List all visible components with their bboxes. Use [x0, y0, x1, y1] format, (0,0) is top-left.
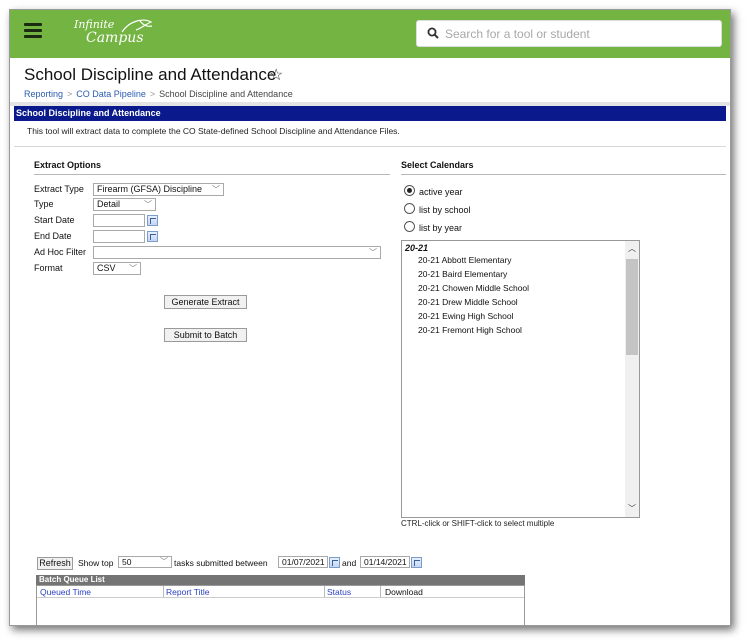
batch-to-date-value: 01/14/2021 [364, 557, 407, 567]
panel-description: This tool will extract data to complete … [14, 121, 726, 147]
breadcrumb-separator-icon: > [149, 89, 156, 99]
extract-options-divider [34, 174, 390, 175]
extract-type-label: Extract Type [34, 184, 84, 194]
infinite-campus-logo[interactable]: Infinite Campus [70, 18, 162, 52]
format-value: CSV [97, 263, 116, 273]
column-header-status[interactable]: Status [327, 587, 351, 597]
ad-hoc-filter-label: Ad Hoc Filter [34, 247, 87, 257]
list-item[interactable]: 20-21 Ewing High School [418, 311, 513, 321]
batch-from-date-input[interactable]: 01/07/2021 [278, 556, 328, 568]
chevron-down-icon: ﹀ [144, 200, 152, 209]
list-item[interactable]: 20-21 Abbott Elementary [418, 255, 512, 265]
list-item[interactable]: 20-21 Chowen Middle School [418, 283, 529, 293]
column-header-report-title[interactable]: Report Title [166, 587, 209, 597]
generate-extract-button[interactable]: Generate Extract [164, 295, 247, 309]
batch-from-date-value: 01/07/2021 [282, 557, 325, 567]
column-header-download: Download [385, 587, 423, 597]
format-select[interactable]: CSV ﹀ [93, 262, 141, 275]
batch-to-date-input[interactable]: 01/14/2021 [360, 556, 410, 568]
end-date-label: End Date [34, 231, 72, 241]
header-row-divider [37, 597, 524, 598]
chevron-down-icon: ﹀ [160, 557, 168, 566]
list-item[interactable]: 20-21 Baird Elementary [418, 269, 507, 279]
column-header-queued-time[interactable]: Queued Time [40, 587, 91, 597]
star-outline-icon[interactable]: ☆ [269, 65, 283, 85]
breadcrumb-co-data-pipeline[interactable]: CO Data Pipeline [76, 89, 146, 99]
extract-options-heading: Extract Options [34, 160, 102, 170]
type-value: Detail [97, 199, 121, 209]
chevron-down-icon: ﹀ [212, 185, 220, 194]
breadcrumb-separator-icon: > [67, 89, 73, 99]
page-header: School Discipline and Attendance ☆ Repor… [10, 58, 730, 106]
batch-queue-table: Queued Time Report Title Status Download [36, 585, 525, 625]
breadcrumb-current: School Discipline and Attendance [159, 89, 293, 99]
hamburger-icon[interactable] [24, 23, 42, 39]
start-date-input[interactable] [93, 214, 145, 227]
listbox-scrollbar[interactable]: ︿ ﹀ [625, 241, 639, 517]
radio-label-active-year: active year [419, 187, 463, 197]
chevron-down-icon: ﹀ [129, 264, 137, 273]
radio-active-year[interactable] [404, 185, 415, 196]
end-date-input[interactable] [93, 230, 145, 243]
scroll-down-icon[interactable]: ﹀ [628, 503, 636, 514]
show-top-label: Show top [78, 558, 114, 568]
and-label: and [342, 558, 357, 568]
extract-type-value: Firearm (GFSA) Discipline [97, 184, 203, 194]
radio-list-by-year[interactable] [404, 221, 415, 232]
scroll-up-icon[interactable]: ︿ [628, 243, 636, 254]
calendar-icon[interactable] [411, 557, 422, 568]
select-calendars-heading: Select Calendars [401, 160, 474, 170]
search-input[interactable]: Search for a tool or student [445, 27, 590, 41]
app-window: Infinite Campus Search for a tool or stu… [9, 9, 731, 626]
select-calendars-divider [401, 174, 726, 175]
breadcrumb: Reporting > CO Data Pipeline > School Discip… [24, 89, 293, 99]
type-select[interactable]: Detail ﹀ [93, 198, 156, 211]
tasks-submitted-label: tasks submitted between [174, 558, 268, 568]
start-date-label: Start Date [34, 215, 75, 225]
panel-title: School Discipline and Attendance [14, 106, 726, 121]
calendar-group-label: 20-21 [405, 243, 429, 253]
calendar-icon[interactable] [147, 215, 158, 226]
multi-select-hint: CTRL-click or SHIFT-click to select mult… [401, 519, 555, 528]
scrollbar-thumb[interactable] [626, 259, 638, 355]
show-top-value: 50 [122, 557, 132, 567]
column-divider [380, 586, 381, 597]
format-label: Format [34, 263, 63, 273]
column-divider [163, 586, 164, 597]
calendar-icon[interactable] [329, 557, 340, 568]
batch-queue-list-title: Batch Queue List [36, 575, 525, 585]
search-icon [427, 27, 439, 39]
chevron-down-icon: ﹀ [369, 248, 377, 257]
refresh-button[interactable]: Refresh [37, 557, 73, 570]
ad-hoc-filter-select[interactable]: ﹀ [93, 246, 381, 259]
top-bar: Infinite Campus Search for a tool or stu… [10, 10, 730, 58]
breadcrumb-reporting[interactable]: Reporting [24, 89, 63, 99]
radio-list-by-school[interactable] [404, 203, 415, 214]
calendar-icon[interactable] [147, 231, 158, 242]
extract-type-select[interactable]: Firearm (GFSA) Discipline ﹀ [93, 183, 224, 196]
page-title: School Discipline and Attendance [24, 65, 277, 84]
calendar-listbox[interactable]: 20-21 20-21 Abbott Elementary 20-21 Bair… [401, 240, 640, 518]
global-search-box[interactable]: Search for a tool or student [416, 20, 722, 47]
logo-swoosh-icon [121, 19, 153, 33]
type-label: Type [34, 199, 54, 209]
radio-label-list-by-year: list by year [419, 223, 463, 233]
radio-label-list-by-school: list by school [419, 205, 471, 215]
submit-to-batch-button[interactable]: Submit to Batch [164, 328, 247, 342]
show-top-select[interactable]: 50 ﹀ [118, 556, 172, 568]
list-item[interactable]: 20-21 Fremont High School [418, 325, 522, 335]
column-divider [324, 586, 325, 597]
list-item[interactable]: 20-21 Drew Middle School [418, 297, 518, 307]
